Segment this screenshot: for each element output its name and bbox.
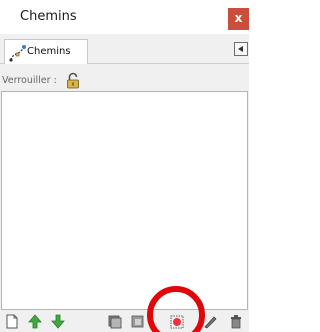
close-button[interactable]: x bbox=[228, 8, 249, 30]
bottom-toolbar bbox=[0, 310, 249, 332]
layers-icon[interactable] bbox=[108, 314, 122, 329]
tab-chemins[interactable]: Chemins bbox=[4, 39, 88, 65]
panel-title: Chemins bbox=[20, 9, 77, 24]
pen-icon[interactable] bbox=[203, 314, 217, 329]
path-icon bbox=[9, 45, 26, 62]
tab-scroll-left-button[interactable] bbox=[234, 42, 248, 56]
tab-strip: Chemins bbox=[0, 34, 249, 65]
tab-label: Chemins bbox=[27, 46, 71, 57]
paths-list[interactable] bbox=[1, 91, 248, 310]
arrow-up-icon[interactable] bbox=[28, 314, 42, 329]
layers-dark-icon[interactable] bbox=[131, 314, 145, 329]
new-document-icon[interactable] bbox=[5, 314, 19, 329]
arrow-down-icon[interactable] bbox=[51, 314, 65, 329]
padlock-icon[interactable] bbox=[66, 72, 80, 89]
lock-label: Verrouiller : bbox=[2, 75, 57, 86]
trash-icon[interactable] bbox=[229, 314, 243, 329]
panel-title-bar: Chemins x bbox=[0, 0, 249, 34]
